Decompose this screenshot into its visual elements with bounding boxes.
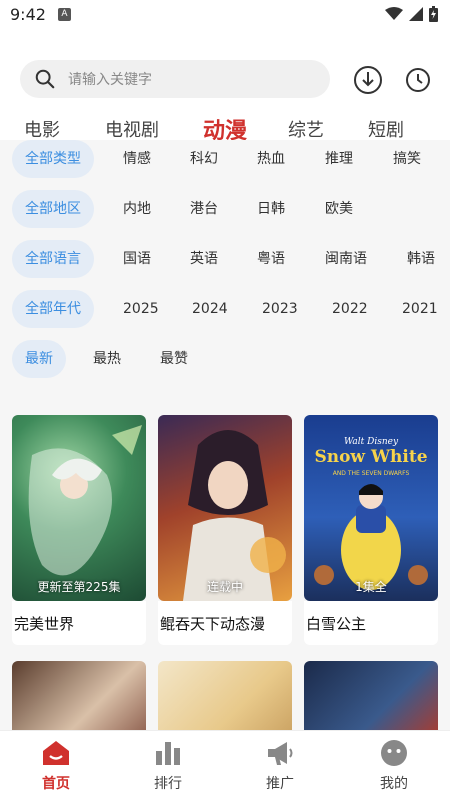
filter-all-languages[interactable]: 全部语言 — [12, 240, 94, 278]
filter-chip[interactable]: 2022 — [332, 290, 368, 328]
video-card[interactable]: 更新至第225集 完美世界 — [12, 415, 146, 645]
wifi-icon — [385, 7, 403, 20]
home-icon — [43, 741, 69, 765]
signal-icon — [409, 7, 423, 21]
filter-row-language: 全部语言 国语 英语 粤语 闽南语 韩语 — [0, 240, 450, 278]
status-badge: 连载中 — [206, 580, 243, 594]
nav-label: 排行 — [154, 776, 182, 792]
megaphone-icon — [268, 742, 293, 765]
status-time: 9:42 — [10, 5, 46, 24]
nav-ranking[interactable]: 排行 — [138, 739, 198, 793]
download-icon[interactable] — [353, 65, 383, 95]
status-bar: 9:42 A — [0, 0, 450, 30]
episode-badge: 1集全 — [355, 580, 387, 594]
card-caption: 完美世界 — [12, 601, 146, 645]
tab-tv-series[interactable]: 电视剧 — [105, 116, 159, 142]
card-title: 完美世界 — [14, 615, 75, 633]
poster-image: Walt Disney Snow White AND THE SEVEN DWA… — [304, 415, 438, 601]
filter-row-type: 全部类型 情感 科幻 热血 推理 搞笑 — [0, 140, 450, 178]
app-notification-icon: A — [58, 8, 71, 21]
poster-art — [28, 425, 142, 576]
video-card-partial[interactable] — [304, 661, 438, 730]
nav-home[interactable]: 首页 — [26, 739, 86, 793]
poster-subtitle-text: AND THE SEVEN DWARFS — [332, 470, 410, 477]
filter-chip[interactable]: 推理 — [325, 140, 353, 178]
content-grid: 更新至第225集 完美世界 连载中 鲲吞天下动态漫 Walt Disney Sn… — [0, 395, 450, 730]
sort-hottest[interactable]: 最热 — [93, 340, 121, 378]
filter-chip[interactable]: 内地 — [123, 190, 151, 228]
ranking-icon — [156, 742, 180, 765]
tab-variety[interactable]: 综艺 — [288, 116, 324, 142]
nav-label: 我的 — [380, 776, 408, 792]
filter-chip[interactable]: 港台 — [190, 190, 218, 228]
filter-row-year: 全部年代 2025 2024 2023 2022 2021 — [0, 290, 450, 328]
filter-chip[interactable]: 英语 — [190, 240, 218, 278]
filter-panel: 全部类型 情感 科幻 热血 推理 搞笑 全部地区 内地 港台 日韩 欧美 全部语… — [0, 140, 450, 390]
nav-profile[interactable]: 我的 — [364, 739, 424, 793]
search-placeholder: 请输入关键字 — [68, 72, 152, 88]
card-caption: 鲲吞天下动态漫 — [158, 601, 292, 645]
status-indicators — [385, 6, 438, 22]
video-card[interactable]: Walt Disney Snow White AND THE SEVEN DWA… — [304, 415, 438, 645]
header: 请输入关键字 电影 电视剧 动漫 综艺 短剧 — [0, 30, 450, 144]
poster-image: 连载中 — [158, 415, 292, 601]
filter-all-types[interactable]: 全部类型 — [12, 140, 94, 178]
filter-all-regions[interactable]: 全部地区 — [12, 190, 94, 228]
filter-chip[interactable]: 科幻 — [190, 140, 218, 178]
filter-chip[interactable]: 2024 — [192, 290, 228, 328]
filter-chip[interactable]: 国语 — [123, 240, 151, 278]
nav-label: 首页 — [42, 776, 70, 792]
filter-chip[interactable]: 韩语 — [407, 240, 435, 278]
filter-chip[interactable]: 粤语 — [257, 240, 285, 278]
filter-row-region: 全部地区 内地 港台 日韩 欧美 — [0, 190, 450, 228]
filter-chip[interactable]: 2021 — [402, 290, 438, 328]
search-icon — [35, 69, 55, 89]
filter-all-years[interactable]: 全部年代 — [12, 290, 94, 328]
poster-brand-text: Walt Disney — [343, 437, 399, 447]
filter-chip[interactable]: 闽南语 — [325, 240, 367, 278]
history-icon[interactable] — [404, 66, 432, 94]
episode-badge: 更新至第225集 — [37, 580, 121, 594]
filter-chip[interactable]: 情感 — [123, 140, 151, 178]
profile-icon — [381, 740, 407, 766]
sort-newest[interactable]: 最新 — [12, 340, 66, 378]
poster-title-text: Snow White — [314, 447, 428, 467]
nav-promote[interactable]: 推广 — [250, 739, 310, 793]
video-card-partial[interactable] — [12, 661, 146, 730]
sort-most-liked[interactable]: 最赞 — [160, 340, 188, 378]
filter-chip[interactable]: 热血 — [257, 140, 285, 178]
filter-chip[interactable]: 2023 — [262, 290, 298, 328]
tab-short-drama[interactable]: 短剧 — [368, 116, 404, 142]
filter-chip[interactable]: 欧美 — [325, 190, 353, 228]
tab-movie[interactable]: 电影 — [24, 116, 60, 142]
video-card-partial[interactable] — [158, 661, 292, 730]
video-card[interactable]: 连载中 鲲吞天下动态漫 — [158, 415, 292, 645]
card-title: 白雪公主 — [306, 615, 367, 633]
poster-art — [183, 430, 286, 601]
filter-chip[interactable]: 搞笑 — [393, 140, 421, 178]
search-bar[interactable]: 请输入关键字 — [20, 60, 330, 98]
nav-label: 推广 — [266, 776, 294, 792]
card-caption: 白雪公主 — [304, 601, 438, 645]
filter-chip[interactable]: 日韩 — [257, 190, 285, 228]
filter-chip[interactable]: 2025 — [123, 290, 159, 328]
bottom-navigation: 首页 排行 推广 我的 — [0, 730, 450, 800]
filter-row-sort: 最新 最热 最赞 — [0, 340, 450, 378]
card-title: 鲲吞天下动态漫 — [160, 615, 266, 633]
battery-icon — [429, 6, 438, 22]
poster-image: 更新至第225集 — [12, 415, 146, 601]
